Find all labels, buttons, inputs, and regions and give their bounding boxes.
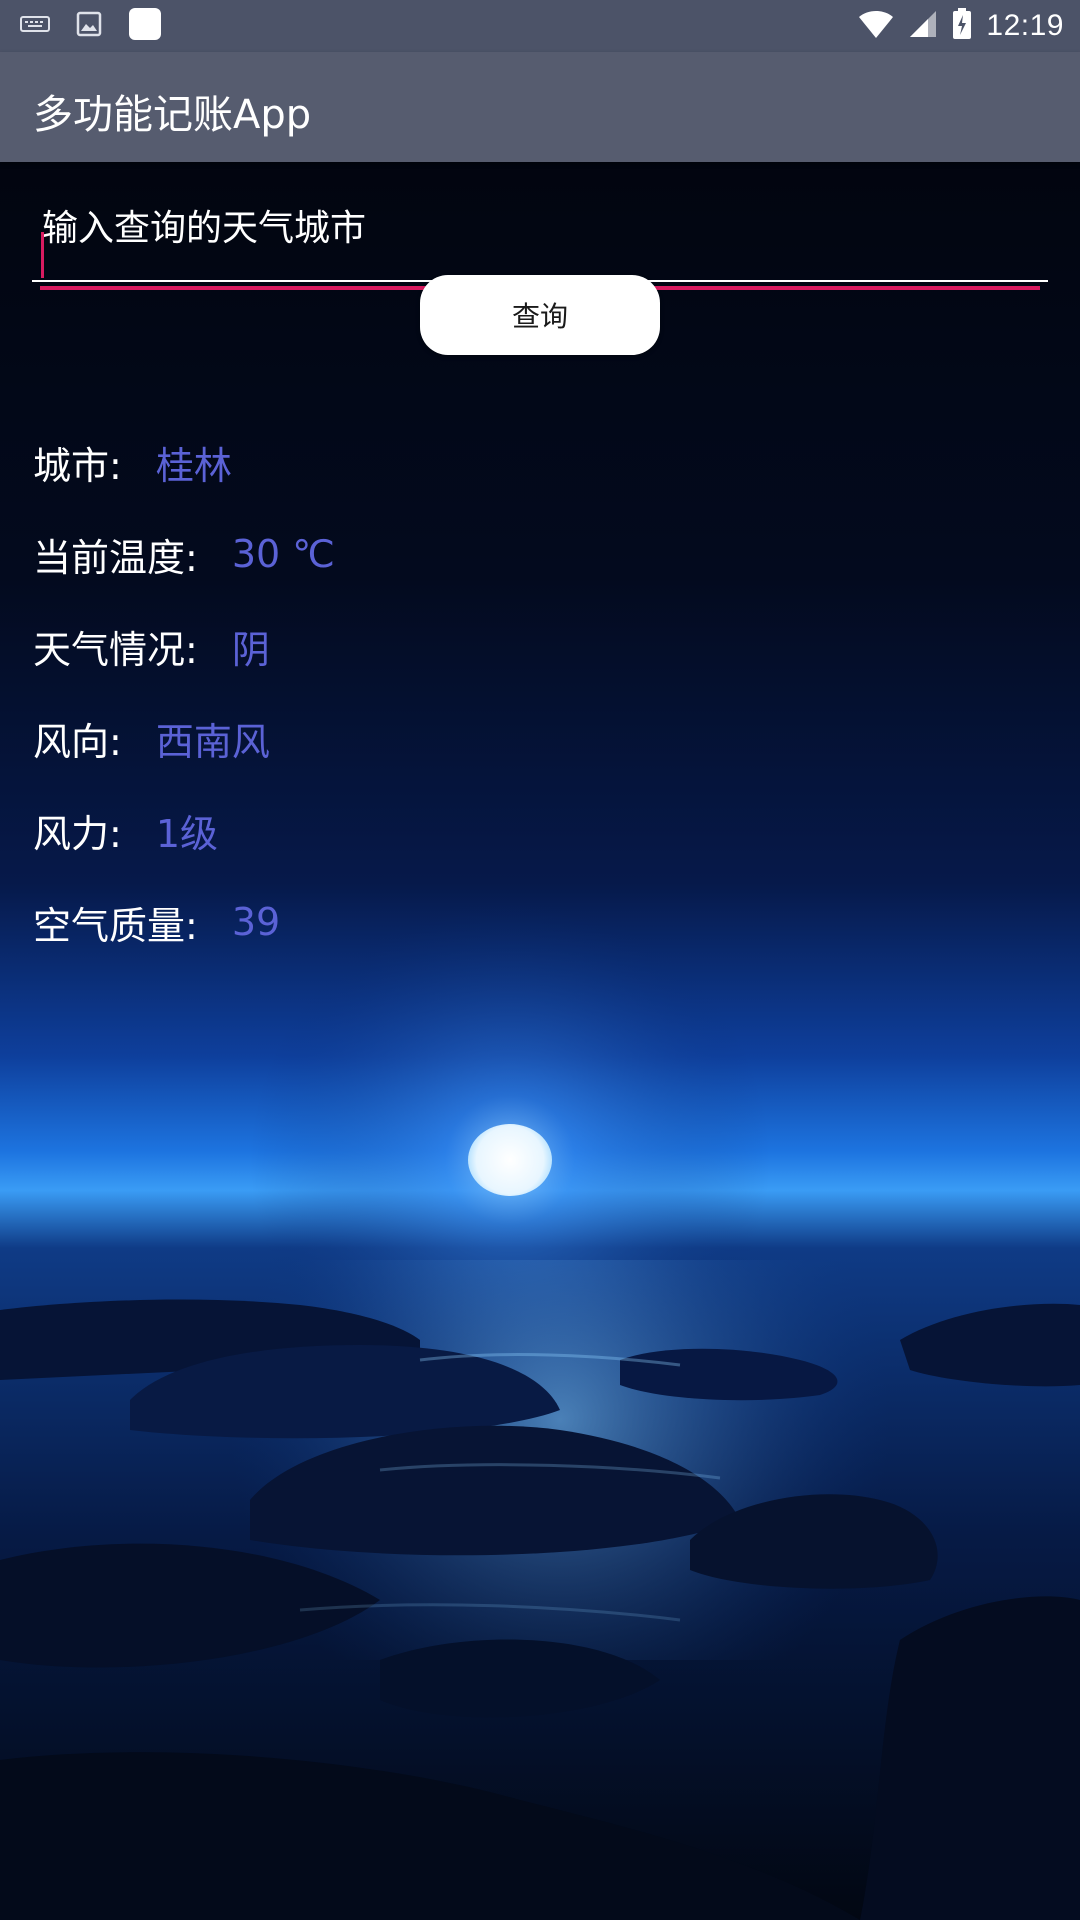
wind-force-label: 风力: <box>33 811 122 856</box>
condition-value: 阴 <box>231 627 270 672</box>
status-bar: 12:19 <box>0 0 1080 52</box>
weather-screen: 12:19 多功能记账App 查询 城市: 桂林 当前温度: 30 ℃ 天气情况… <box>0 0 1080 1920</box>
wind-force-value: 1级 <box>155 811 218 856</box>
city-row: 城市: 桂林 <box>33 432 232 492</box>
city-search-input[interactable] <box>42 200 1022 256</box>
status-bar-right: 12:19 <box>858 8 1064 44</box>
status-time: 12:19 <box>986 9 1064 42</box>
condition-row: 天气情况: 阴 <box>33 616 270 676</box>
wifi-icon <box>858 9 894 43</box>
temperature-row: 当前温度: 30 ℃ <box>33 524 335 584</box>
temperature-value: 30 ℃ <box>231 532 335 576</box>
app-square-icon <box>128 7 162 45</box>
query-button[interactable]: 查询 <box>420 275 660 355</box>
status-bar-left <box>20 7 162 45</box>
city-label: 城市: <box>33 443 122 488</box>
condition-label: 天气情况: <box>33 627 198 672</box>
city-value: 桂林 <box>155 443 232 488</box>
temperature-label: 当前温度: <box>33 535 198 580</box>
text-cursor <box>41 232 44 278</box>
wind-direction-row: 风向: 西南风 <box>33 708 270 768</box>
image-icon <box>76 11 102 41</box>
app-title: 多功能记账App <box>33 92 312 138</box>
signal-icon <box>908 9 938 43</box>
battery-charging-icon <box>952 8 972 44</box>
wind-direction-value: 西南风 <box>155 719 270 764</box>
app-bar: 多功能记账App <box>0 52 1080 162</box>
air-quality-label: 空气质量: <box>33 903 198 948</box>
city-search-field <box>32 192 1048 290</box>
air-quality-value: 39 <box>231 900 281 944</box>
wind-force-row: 风力: 1级 <box>33 800 218 860</box>
air-quality-row: 空气质量: 39 <box>33 892 280 952</box>
keyboard-icon <box>20 14 50 38</box>
wind-direction-label: 风向: <box>33 719 122 764</box>
